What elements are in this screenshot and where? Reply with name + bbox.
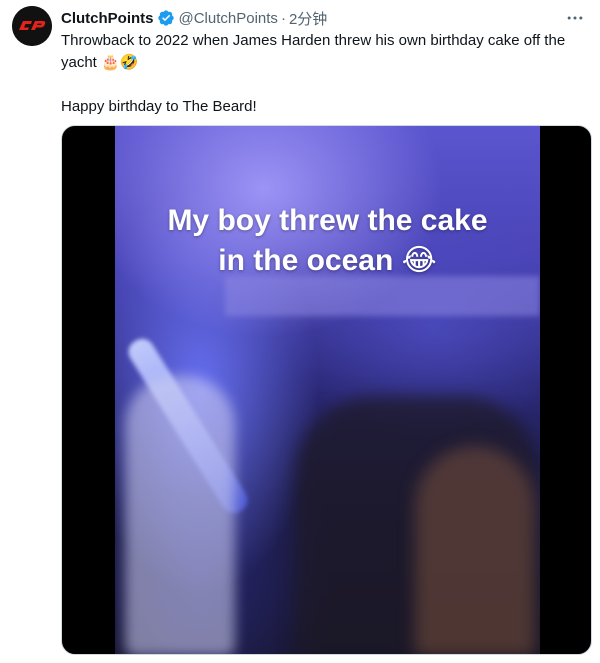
author-handle[interactable]: @ClutchPoints [179, 10, 278, 27]
video-frame[interactable]: My boy threw the cake in the ocean 😂 [115, 126, 540, 654]
verified-badge-icon [157, 9, 175, 27]
tweet-text-line: Happy birthday to The Beard! [61, 98, 257, 115]
crowd-silhouette [415, 446, 535, 654]
tweet-card: ClutchPoints @ClutchPoints · 2分钟 Throwba… [0, 0, 600, 663]
tweet-text-line: Throwback to 2022 when James Harden thre… [61, 32, 566, 71]
person-silhouette [125, 376, 235, 654]
ceiling-panel [225, 276, 540, 316]
clutchpoints-logo-icon [12, 6, 52, 46]
tweet-text: Throwback to 2022 when James Harden thre… [61, 30, 591, 118]
video-caption: My boy threw the cake in the ocean 😂 [167, 204, 488, 277]
timestamp[interactable]: 2分钟 [289, 8, 327, 29]
video-player[interactable]: My boy threw the cake in the ocean 😂 [61, 125, 592, 655]
separator-dot: · [280, 9, 286, 27]
avatar[interactable] [12, 6, 52, 46]
more-options-icon[interactable] [562, 7, 588, 29]
author-name[interactable]: ClutchPoints [61, 10, 154, 27]
tweet-header: ClutchPoints @ClutchPoints · 2分钟 [61, 7, 588, 29]
